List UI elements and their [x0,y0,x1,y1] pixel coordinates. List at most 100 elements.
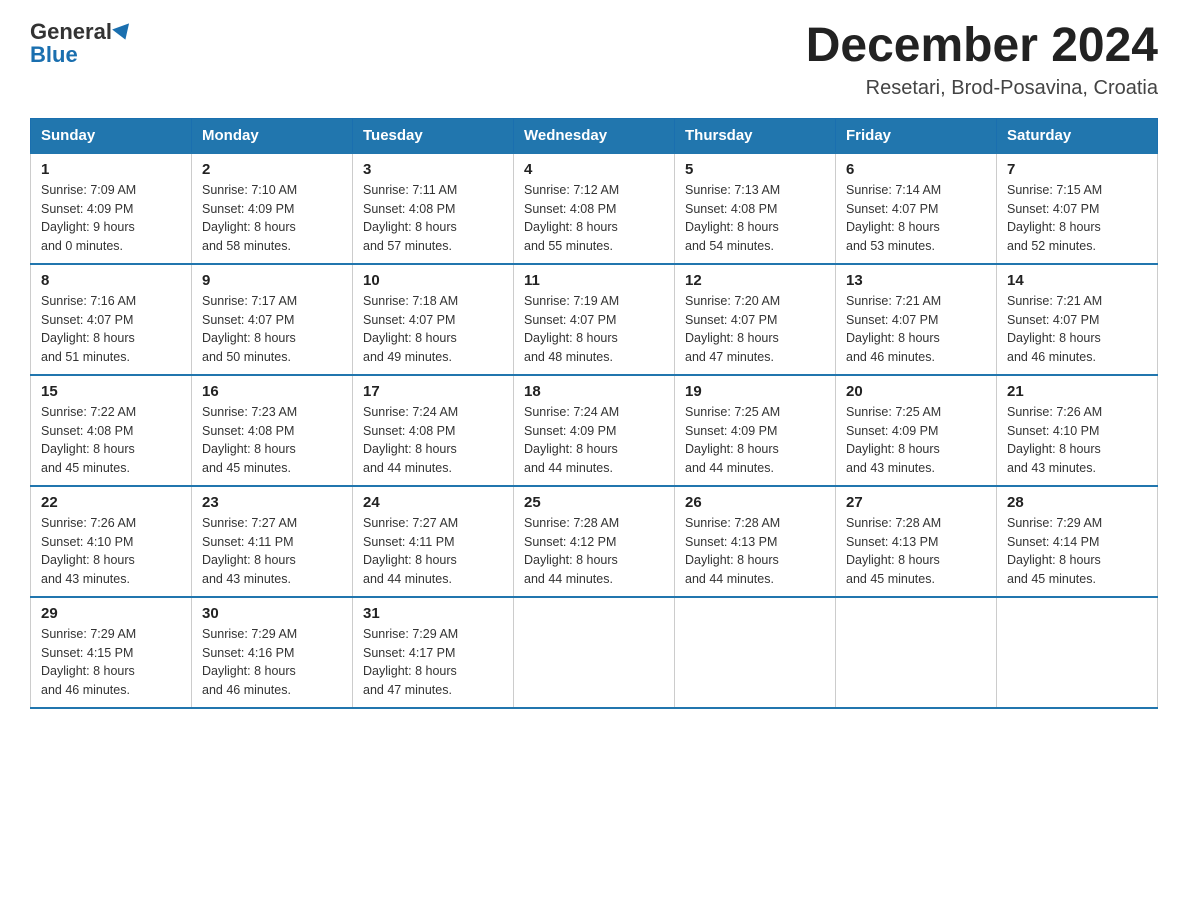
day-number: 12 [685,272,825,289]
day-info: Sunrise: 7:24 AMSunset: 4:09 PMDaylight:… [524,403,664,478]
day-info: Sunrise: 7:23 AMSunset: 4:08 PMDaylight:… [202,403,342,478]
day-info: Sunrise: 7:27 AMSunset: 4:11 PMDaylight:… [363,514,503,589]
day-info: Sunrise: 7:24 AMSunset: 4:08 PMDaylight:… [363,403,503,478]
day-number: 6 [846,161,986,178]
calendar-week-row: 15Sunrise: 7:22 AMSunset: 4:08 PMDayligh… [31,375,1158,486]
day-info: Sunrise: 7:21 AMSunset: 4:07 PMDaylight:… [846,292,986,367]
day-info: Sunrise: 7:29 AMSunset: 4:14 PMDaylight:… [1007,514,1147,589]
day-number: 20 [846,383,986,400]
day-info: Sunrise: 7:19 AMSunset: 4:07 PMDaylight:… [524,292,664,367]
table-row: 12 Sunrise: 7:20 AMSunset: 4:07 PMDayligh… [675,264,836,375]
calendar-week-row: 22Sunrise: 7:26 AMSunset: 4:10 PMDayligh… [31,486,1158,597]
day-info: Sunrise: 7:13 AMSunset: 4:08 PMDaylight:… [685,181,825,256]
day-info: Sunrise: 7:28 AMSunset: 4:12 PMDaylight:… [524,514,664,589]
day-info: Sunrise: 7:09 AMSunset: 4:09 PMDaylight:… [41,181,181,256]
table-row: 24 Sunrise: 7:27 AMSunset: 4:11 PMDayligh… [353,486,514,597]
calendar-table: Sunday Monday Tuesday Wednesday Thursday… [30,118,1158,709]
day-number: 5 [685,161,825,178]
table-row: 2Sunrise: 7:10 AMSunset: 4:09 PMDaylight… [192,153,353,264]
day-info: Sunrise: 7:29 AMSunset: 4:17 PMDaylight:… [363,625,503,700]
table-row: 1 Sunrise: 7:09 AMSunset: 4:09 PMDaylight… [31,153,192,264]
table-row: 3 Sunrise: 7:11 AMSunset: 4:08 PMDaylight… [353,153,514,264]
table-row: 26 Sunrise: 7:28 AMSunset: 4:13 PMDayligh… [675,486,836,597]
day-number: 14 [1007,272,1147,289]
day-number: 3 [363,161,503,178]
table-row: 17Sunrise: 7:24 AMSunset: 4:08 PMDayligh… [353,375,514,486]
table-row: 28 Sunrise: 7:29 AMSunset: 4:14 PMDayligh… [997,486,1158,597]
day-info: Sunrise: 7:20 AMSunset: 4:07 PMDaylight:… [685,292,825,367]
table-row: 14 Sunrise: 7:21 AMSunset: 4:07 PMDayligh… [997,264,1158,375]
day-info: Sunrise: 7:17 AMSunset: 4:07 PMDaylight:… [202,292,342,367]
day-info: Sunrise: 7:16 AMSunset: 4:07 PMDaylight:… [41,292,181,367]
day-number: 19 [685,383,825,400]
table-row: 20Sunrise: 7:25 AMSunset: 4:09 PMDayligh… [836,375,997,486]
day-number: 8 [41,272,181,289]
day-info: Sunrise: 7:15 AMSunset: 4:07 PMDaylight:… [1007,181,1147,256]
table-row [675,597,836,708]
day-number: 29 [41,605,181,622]
day-info: Sunrise: 7:29 AMSunset: 4:16 PMDaylight:… [202,625,342,700]
header-wednesday: Wednesday [514,118,675,153]
day-info: Sunrise: 7:26 AMSunset: 4:10 PMDaylight:… [41,514,181,589]
day-info: Sunrise: 7:12 AMSunset: 4:08 PMDaylight:… [524,181,664,256]
day-number: 27 [846,494,986,511]
day-info: Sunrise: 7:21 AMSunset: 4:07 PMDaylight:… [1007,292,1147,367]
table-row: 25 Sunrise: 7:28 AMSunset: 4:12 PMDayligh… [514,486,675,597]
header-monday: Monday [192,118,353,153]
table-row: 18Sunrise: 7:24 AMSunset: 4:09 PMDayligh… [514,375,675,486]
table-row [514,597,675,708]
day-info: Sunrise: 7:11 AMSunset: 4:08 PMDaylight:… [363,181,503,256]
day-number: 30 [202,605,342,622]
month-title: December 2024 [806,20,1158,73]
table-row [836,597,997,708]
table-row: 19 Sunrise: 7:25 AMSunset: 4:09 PMDayligh… [675,375,836,486]
table-row: 21 Sunrise: 7:26 AMSunset: 4:10 PMDayligh… [997,375,1158,486]
day-info: Sunrise: 7:26 AMSunset: 4:10 PMDaylight:… [1007,403,1147,478]
header-friday: Friday [836,118,997,153]
table-row [997,597,1158,708]
day-number: 26 [685,494,825,511]
table-row: 23 Sunrise: 7:27 AMSunset: 4:11 PMDayligh… [192,486,353,597]
table-row: 27Sunrise: 7:28 AMSunset: 4:13 PMDayligh… [836,486,997,597]
header-thursday: Thursday [675,118,836,153]
table-row: 8 Sunrise: 7:16 AMSunset: 4:07 PMDaylight… [31,264,192,375]
day-number: 10 [363,272,503,289]
day-number: 28 [1007,494,1147,511]
day-info: Sunrise: 7:25 AMSunset: 4:09 PMDaylight:… [685,403,825,478]
day-number: 11 [524,272,664,289]
table-row: 31 Sunrise: 7:29 AMSunset: 4:17 PMDayligh… [353,597,514,708]
location-subtitle: Resetari, Brod-Posavina, Croatia [806,77,1158,100]
logo-line2: Blue [30,42,78,68]
day-number: 31 [363,605,503,622]
day-info: Sunrise: 7:14 AMSunset: 4:07 PMDaylight:… [846,181,986,256]
calendar-week-row: 29 Sunrise: 7:29 AMSunset: 4:15 PMDayligh… [31,597,1158,708]
day-info: Sunrise: 7:27 AMSunset: 4:11 PMDaylight:… [202,514,342,589]
day-number: 23 [202,494,342,511]
day-number: 25 [524,494,664,511]
table-row: 30 Sunrise: 7:29 AMSunset: 4:16 PMDayligh… [192,597,353,708]
day-info: Sunrise: 7:28 AMSunset: 4:13 PMDaylight:… [685,514,825,589]
table-row: 6 Sunrise: 7:14 AMSunset: 4:07 PMDaylight… [836,153,997,264]
day-number: 7 [1007,161,1147,178]
table-row: 11 Sunrise: 7:19 AMSunset: 4:07 PMDayligh… [514,264,675,375]
weekday-header-row: Sunday Monday Tuesday Wednesday Thursday… [31,118,1158,153]
table-row: 13 Sunrise: 7:21 AMSunset: 4:07 PMDayligh… [836,264,997,375]
calendar-week-row: 8 Sunrise: 7:16 AMSunset: 4:07 PMDaylight… [31,264,1158,375]
day-info: Sunrise: 7:10 AMSunset: 4:09 PMDaylight:… [202,181,342,256]
day-number: 24 [363,494,503,511]
day-number: 21 [1007,383,1147,400]
day-info: Sunrise: 7:22 AMSunset: 4:08 PMDaylight:… [41,403,181,478]
day-number: 1 [41,161,181,178]
header-sunday: Sunday [31,118,192,153]
day-number: 9 [202,272,342,289]
day-info: Sunrise: 7:29 AMSunset: 4:15 PMDaylight:… [41,625,181,700]
table-row: 7 Sunrise: 7:15 AMSunset: 4:07 PMDaylight… [997,153,1158,264]
logo: General Blue [30,20,132,68]
table-row: 22Sunrise: 7:26 AMSunset: 4:10 PMDayligh… [31,486,192,597]
header-tuesday: Tuesday [353,118,514,153]
table-row: 4 Sunrise: 7:12 AMSunset: 4:08 PMDaylight… [514,153,675,264]
day-number: 4 [524,161,664,178]
table-row: 10Sunrise: 7:18 AMSunset: 4:07 PMDayligh… [353,264,514,375]
day-number: 13 [846,272,986,289]
table-row: 9 Sunrise: 7:17 AMSunset: 4:07 PMDaylight… [192,264,353,375]
